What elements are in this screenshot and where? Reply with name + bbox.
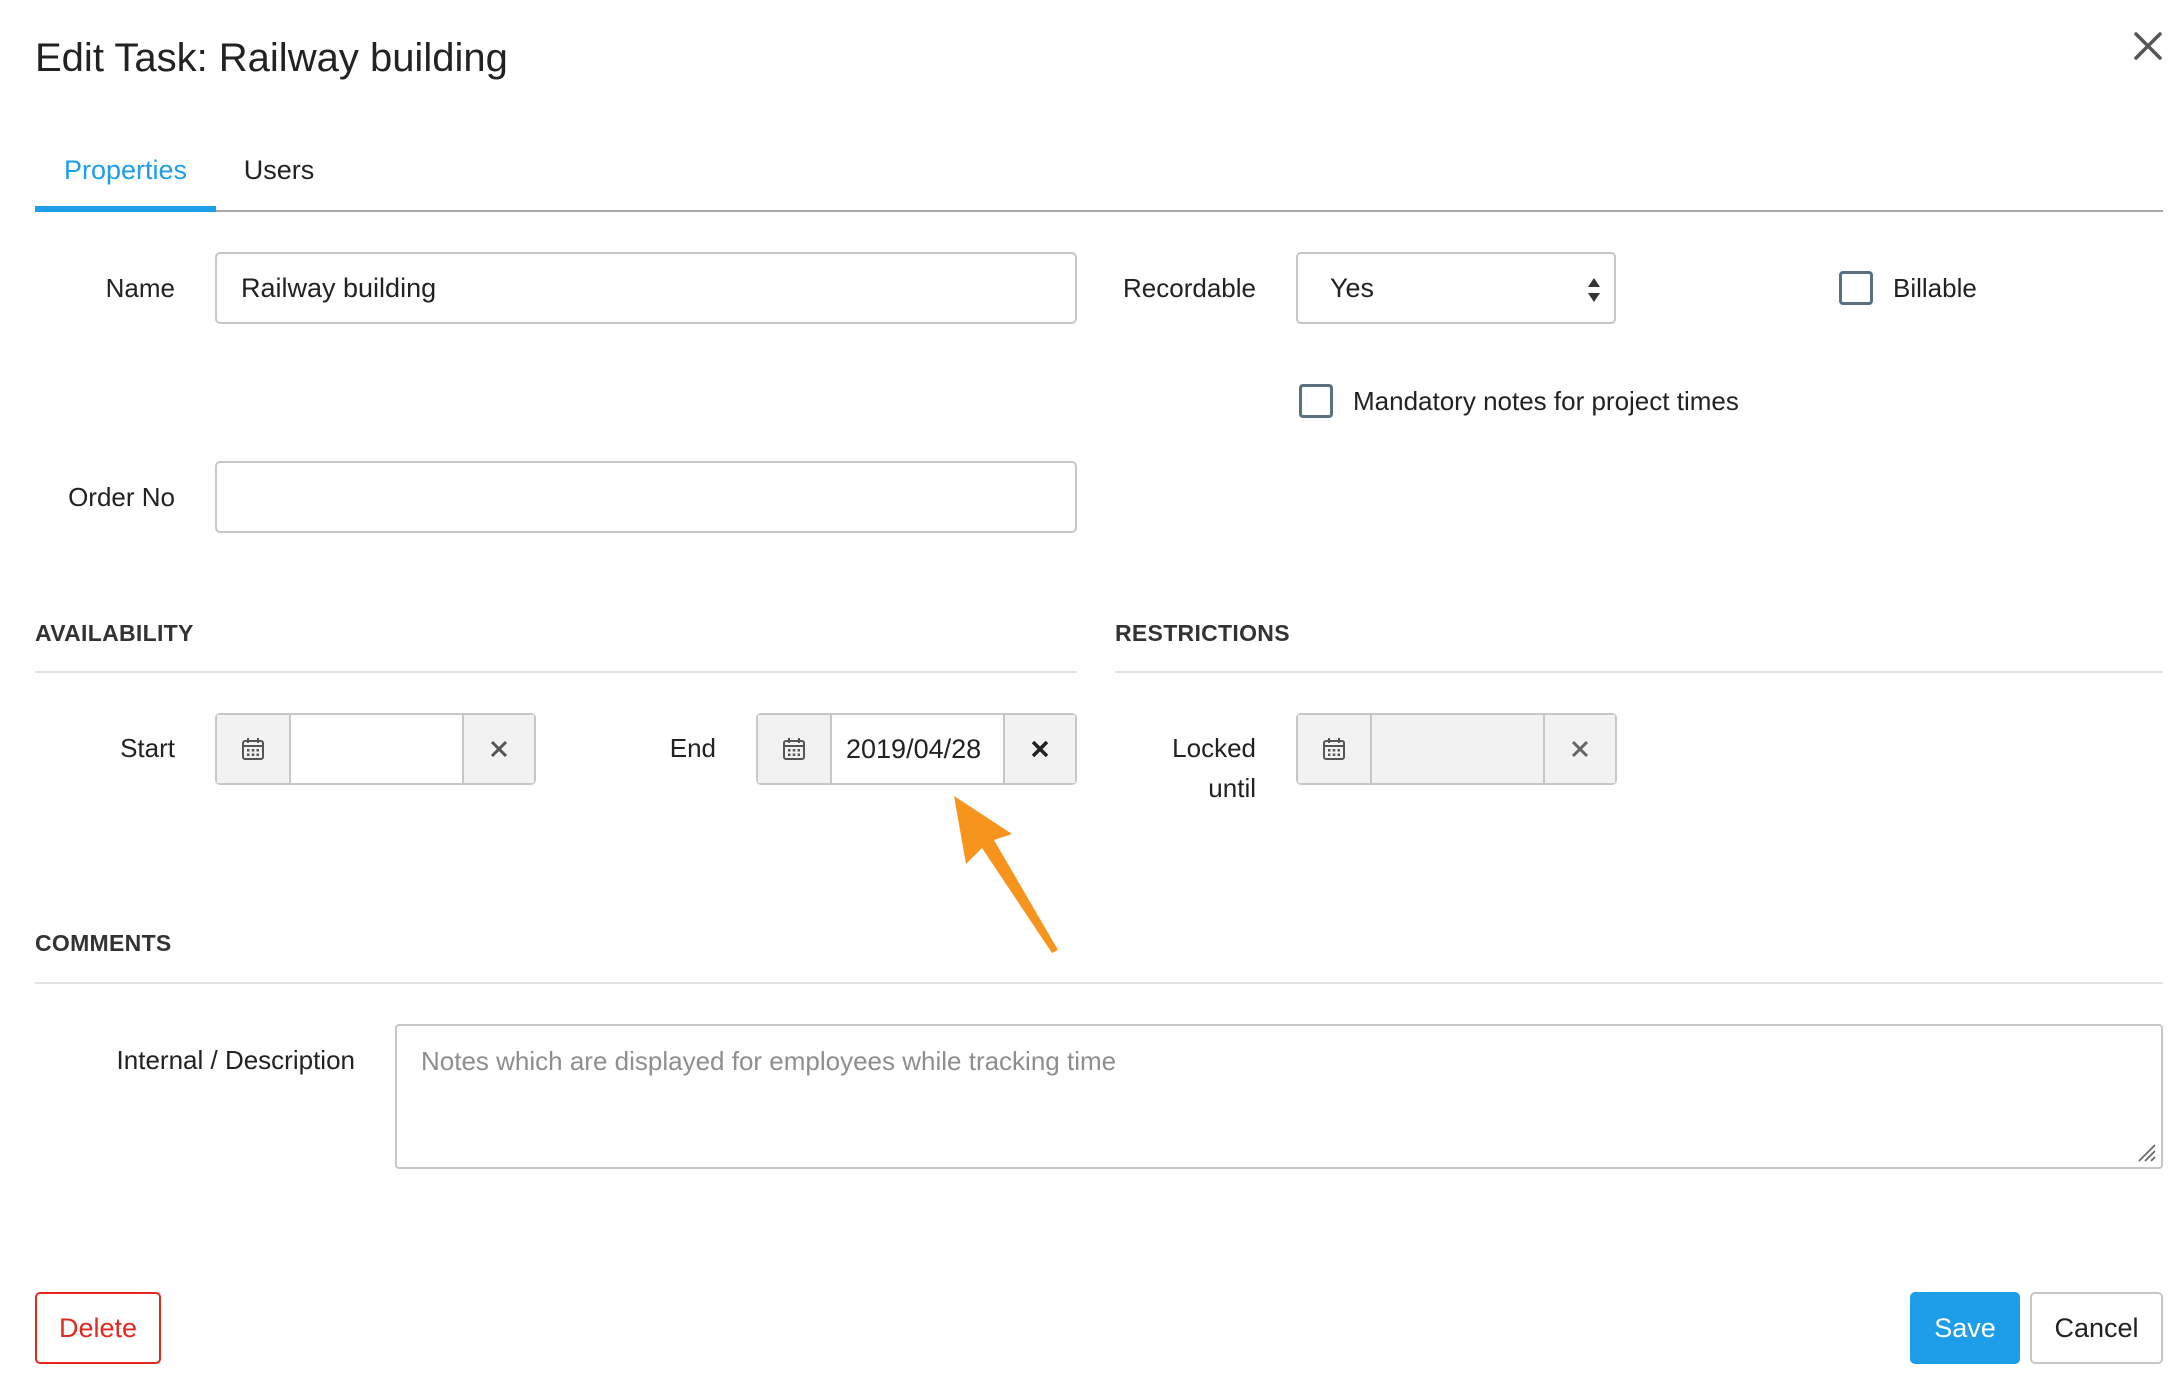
cancel-button[interactable]: Cancel: [2030, 1292, 2163, 1364]
restrictions-divider: [1115, 671, 2163, 673]
locked-until-clear-button[interactable]: [1543, 715, 1615, 783]
comments-divider: [35, 982, 2163, 984]
name-label: Name: [105, 273, 175, 303]
clear-icon: [1571, 740, 1589, 758]
locked-until-calendar-button[interactable]: [1298, 715, 1372, 783]
calendar-icon: [783, 738, 805, 760]
mandatory-notes-label: Mandatory notes for project times: [1353, 386, 1739, 416]
clear-icon: [1031, 740, 1049, 758]
annotation-arrow-icon: [954, 796, 1058, 953]
end-date-input[interactable]: 2019/04/28: [832, 715, 1003, 783]
end-date-picker: 2019/04/28: [756, 713, 1077, 785]
end-label: End: [669, 733, 716, 763]
tabs-divider: [35, 210, 2163, 212]
end-calendar-button[interactable]: [758, 715, 832, 783]
recordable-select-value: Yes: [1330, 272, 1375, 303]
tab-users[interactable]: Users: [216, 155, 342, 210]
save-button[interactable]: Save: [1910, 1292, 2020, 1364]
delete-button[interactable]: Delete: [35, 1292, 161, 1364]
start-clear-button[interactable]: [462, 715, 534, 783]
billable-label: Billable: [1893, 273, 1977, 303]
order-no-input[interactable]: [215, 461, 1077, 533]
description-placeholder: Notes which are displayed for employees …: [421, 1046, 1117, 1076]
order-no-label: Order No: [68, 482, 175, 512]
close-icon[interactable]: [2128, 26, 2168, 66]
availability-heading: AVAILABILITY: [35, 620, 194, 646]
dialog-title: Edit Task: Railway building: [35, 36, 508, 80]
recordable-label: Recordable: [1123, 273, 1256, 303]
availability-divider: [35, 671, 1077, 673]
name-input[interactable]: Railway building: [215, 252, 1077, 324]
clear-icon: [490, 740, 508, 758]
end-clear-button[interactable]: [1003, 715, 1075, 783]
description-textarea[interactable]: Notes which are displayed for employees …: [395, 1024, 2163, 1169]
start-label: Start: [120, 733, 175, 763]
locked-until-date-picker: [1296, 713, 1617, 785]
locked-until-date-input[interactable]: [1372, 715, 1543, 783]
start-date-input[interactable]: [291, 715, 462, 783]
mandatory-notes-checkbox[interactable]: [1299, 384, 1333, 418]
restrictions-heading: RESTRICTIONS: [1115, 620, 1290, 646]
recordable-select[interactable]: Yes: [1296, 252, 1616, 324]
comments-heading: COMMENTS: [35, 930, 172, 956]
tab-properties[interactable]: Properties: [35, 155, 216, 210]
locked-until-label-line2: until: [1208, 773, 1256, 803]
description-label: Internal / Description: [116, 1045, 355, 1075]
billable-checkbox[interactable]: [1839, 271, 1873, 305]
active-tab-indicator: [35, 206, 216, 212]
select-arrows-icon: [1586, 276, 1602, 311]
start-calendar-button[interactable]: [217, 715, 291, 783]
resize-handle-icon[interactable]: [2133, 1139, 2157, 1163]
calendar-icon: [1323, 738, 1345, 760]
start-date-picker: [215, 713, 536, 785]
name-input-value: Railway building: [241, 272, 437, 303]
calendar-icon: [242, 738, 264, 760]
locked-until-label-line1: Locked: [1172, 733, 1256, 763]
